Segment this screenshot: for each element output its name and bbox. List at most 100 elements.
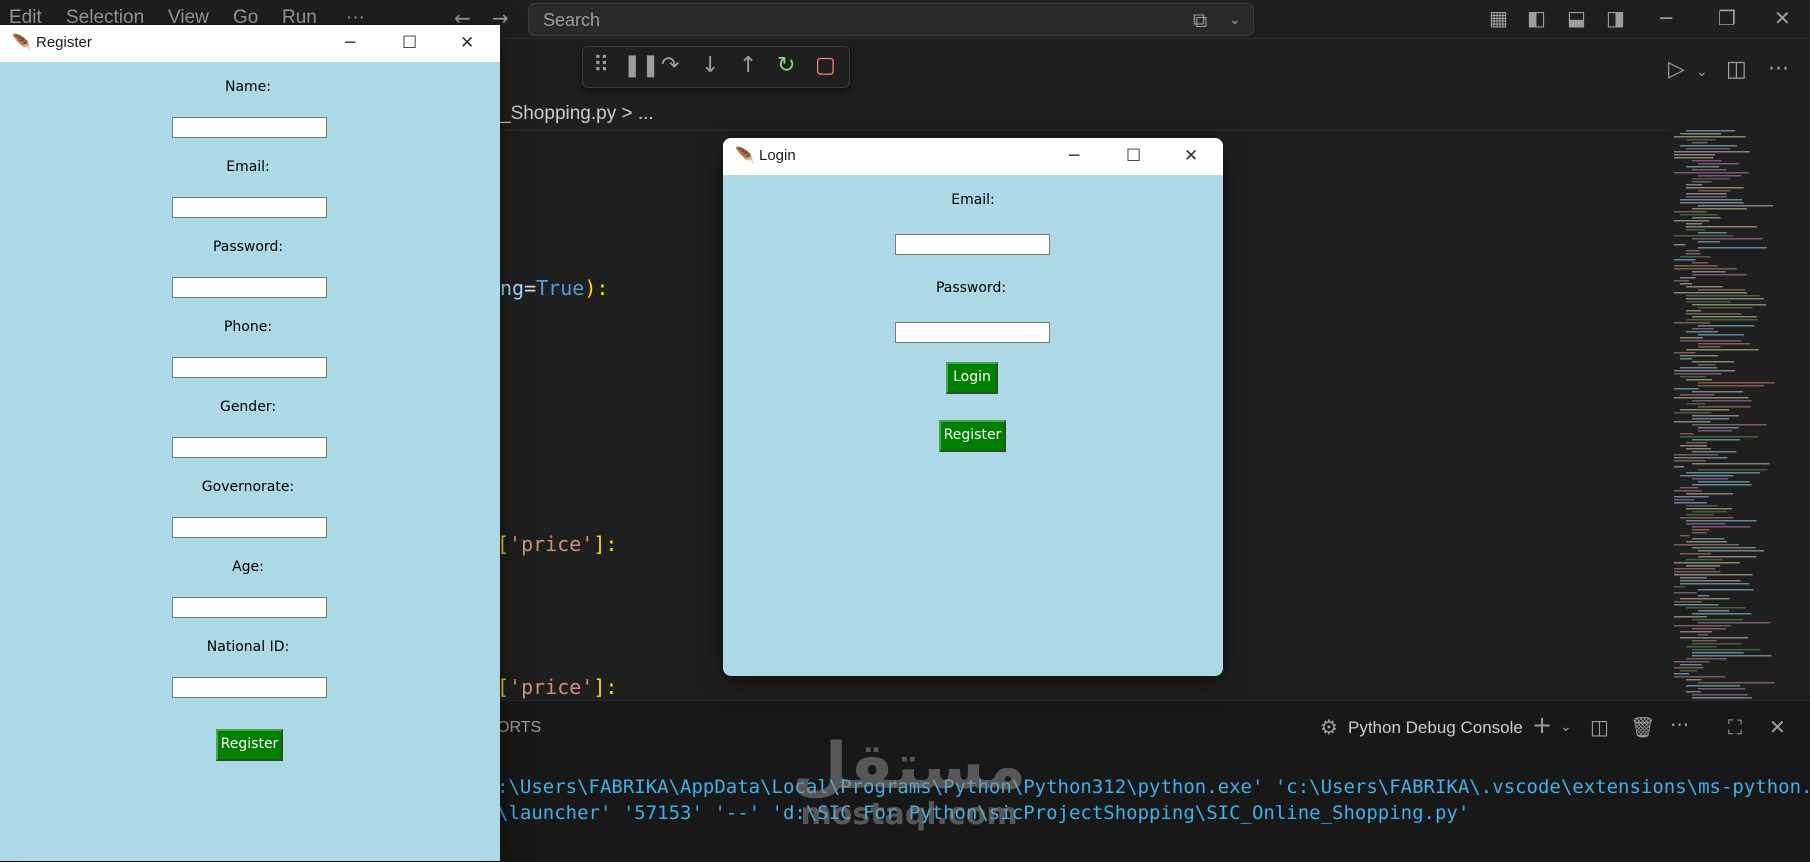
login-register-button[interactable]: Register bbox=[939, 420, 1006, 452]
step-out-icon[interactable]: ↑ bbox=[739, 55, 757, 77]
step-over-icon[interactable]: ↷ bbox=[661, 55, 679, 77]
minimap-line bbox=[1680, 283, 1693, 285]
minimap-line bbox=[1686, 148, 1731, 150]
minimize-icon[interactable]: ─ bbox=[345, 33, 355, 53]
minimap-line bbox=[1692, 526, 1751, 528]
minimap-line bbox=[1674, 586, 1685, 588]
email-input[interactable] bbox=[172, 197, 327, 218]
phone-label: Phone: bbox=[223, 319, 273, 335]
close-panel-icon[interactable]: ✕ bbox=[1769, 717, 1786, 737]
login-title-bar[interactable]: 🪶 Login ─ ☐ ✕ bbox=[723, 138, 1223, 175]
terminal-chevron-icon[interactable]: ⌄ bbox=[1560, 717, 1572, 737]
minimap-line bbox=[1692, 451, 1737, 453]
minimap-line bbox=[1680, 535, 1691, 537]
register-submit-button[interactable]: Register bbox=[216, 729, 283, 761]
minimap-line bbox=[1674, 373, 1722, 375]
age-input[interactable] bbox=[172, 597, 327, 618]
national-id-input[interactable] bbox=[172, 677, 327, 698]
register-title-bar[interactable]: 🪶 Register ─ ☐ ✕ bbox=[0, 25, 500, 62]
minimap-line bbox=[1692, 178, 1731, 180]
toggle-secondary-sidebar-icon[interactable]: ◨ bbox=[1606, 8, 1625, 28]
minimap-line bbox=[1692, 391, 1744, 393]
password-input[interactable] bbox=[172, 277, 327, 298]
maximize-panel-icon[interactable]: ⛶ bbox=[1728, 717, 1742, 737]
add-terminal-icon[interactable]: + bbox=[1532, 713, 1552, 737]
minimap-line bbox=[1692, 529, 1710, 531]
tk-feather-icon: 🪶 bbox=[735, 146, 755, 165]
minimap-line bbox=[1680, 367, 1718, 369]
minimap-line bbox=[1698, 622, 1771, 624]
phone-input[interactable] bbox=[172, 357, 327, 378]
chevron-down-icon[interactable]: ⌄ bbox=[1229, 10, 1241, 30]
minimap-line bbox=[1692, 532, 1707, 534]
close-icon[interactable]: ✕ bbox=[1774, 8, 1791, 28]
minimap-line bbox=[1698, 232, 1727, 234]
minimap-line bbox=[1686, 565, 1721, 567]
minimap-line bbox=[1698, 427, 1739, 429]
minimap-line bbox=[1680, 637, 1749, 639]
minimap-line bbox=[1680, 355, 1719, 357]
stop-icon[interactable]: ▢ bbox=[815, 55, 836, 77]
breadcrumb[interactable]: _Shopping.py > ... bbox=[500, 103, 654, 125]
minimap-line bbox=[1692, 511, 1728, 513]
minimap-line bbox=[1674, 568, 1716, 570]
minimap-line bbox=[1674, 667, 1704, 669]
minimap-line bbox=[1686, 685, 1741, 687]
toggle-panel-icon[interactable]: ⬓ bbox=[1567, 8, 1586, 28]
minimap-line bbox=[1692, 652, 1744, 654]
minimap-line bbox=[1680, 664, 1702, 666]
restart-icon[interactable]: ↻ bbox=[777, 55, 795, 77]
split-editor-icon[interactable]: ◫ bbox=[1726, 59, 1747, 81]
minimap-line bbox=[1680, 337, 1703, 339]
step-into-icon[interactable]: ↓ bbox=[701, 55, 719, 77]
login-email-input[interactable] bbox=[895, 234, 1050, 255]
minimap-line bbox=[1686, 448, 1712, 450]
restore-icon[interactable]: ❐ bbox=[1718, 8, 1736, 28]
close-icon[interactable]: ✕ bbox=[1184, 146, 1198, 166]
minimap[interactable] bbox=[1674, 130, 1790, 702]
minimap-line bbox=[1680, 409, 1729, 411]
name-input[interactable] bbox=[172, 117, 327, 138]
login-button[interactable]: Login bbox=[946, 362, 998, 394]
close-icon[interactable]: ✕ bbox=[460, 33, 474, 53]
minimap-line bbox=[1692, 619, 1743, 621]
minimap-line bbox=[1698, 247, 1768, 249]
trash-icon[interactable]: 🗑 bbox=[1630, 717, 1655, 737]
minimap-line bbox=[1692, 304, 1767, 306]
split-terminal-icon[interactable]: ◫ bbox=[1590, 717, 1609, 737]
customize-layout-icon[interactable]: ▦ bbox=[1489, 8, 1508, 28]
login-password-input[interactable] bbox=[895, 322, 1050, 343]
minimap-line bbox=[1692, 274, 1747, 276]
watermark: مستقل mostaql.com bbox=[792, 735, 1026, 831]
console-label[interactable]: Python Debug Console bbox=[1348, 718, 1523, 738]
minimap-line bbox=[1680, 445, 1707, 447]
minimap-line bbox=[1674, 673, 1689, 675]
minimap-line bbox=[1674, 454, 1719, 456]
name-label: Name: bbox=[224, 79, 272, 95]
run-chevron-icon[interactable]: ⌄ bbox=[1696, 62, 1708, 82]
minimap-line bbox=[1680, 202, 1744, 204]
more-icon[interactable]: ··· bbox=[1670, 715, 1689, 735]
gender-input[interactable] bbox=[172, 437, 327, 458]
email-label: Email: bbox=[226, 159, 270, 175]
minimap-line bbox=[1674, 151, 1750, 153]
run-icon[interactable]: ▷ bbox=[1668, 59, 1685, 81]
copilot-icon[interactable]: ⧉ bbox=[1193, 10, 1207, 30]
minimap-line bbox=[1686, 250, 1700, 252]
drag-handle-icon[interactable]: ⠿ bbox=[593, 55, 609, 77]
minimap-line bbox=[1674, 490, 1702, 492]
toggle-sidebar-icon[interactable]: ◧ bbox=[1527, 8, 1546, 28]
pause-icon[interactable]: ❚❚ bbox=[623, 55, 660, 77]
watermark-latin: mostaql.com bbox=[800, 797, 1018, 832]
minimize-icon[interactable]: ─ bbox=[1069, 146, 1079, 166]
command-search[interactable]: Search ⧉ ⌄ bbox=[528, 3, 1254, 36]
minimap-line bbox=[1698, 334, 1745, 336]
minimize-icon[interactable]: ─ bbox=[1660, 8, 1672, 28]
governorate-input[interactable] bbox=[172, 517, 327, 538]
maximize-icon[interactable]: ☐ bbox=[402, 33, 417, 53]
maximize-icon[interactable]: ☐ bbox=[1126, 146, 1141, 166]
minimap-line bbox=[1686, 301, 1731, 303]
panel-tab-ports[interactable]: ORTS bbox=[497, 719, 541, 737]
more-actions-icon[interactable]: ··· bbox=[1768, 59, 1789, 81]
minimap-line bbox=[1680, 256, 1711, 258]
